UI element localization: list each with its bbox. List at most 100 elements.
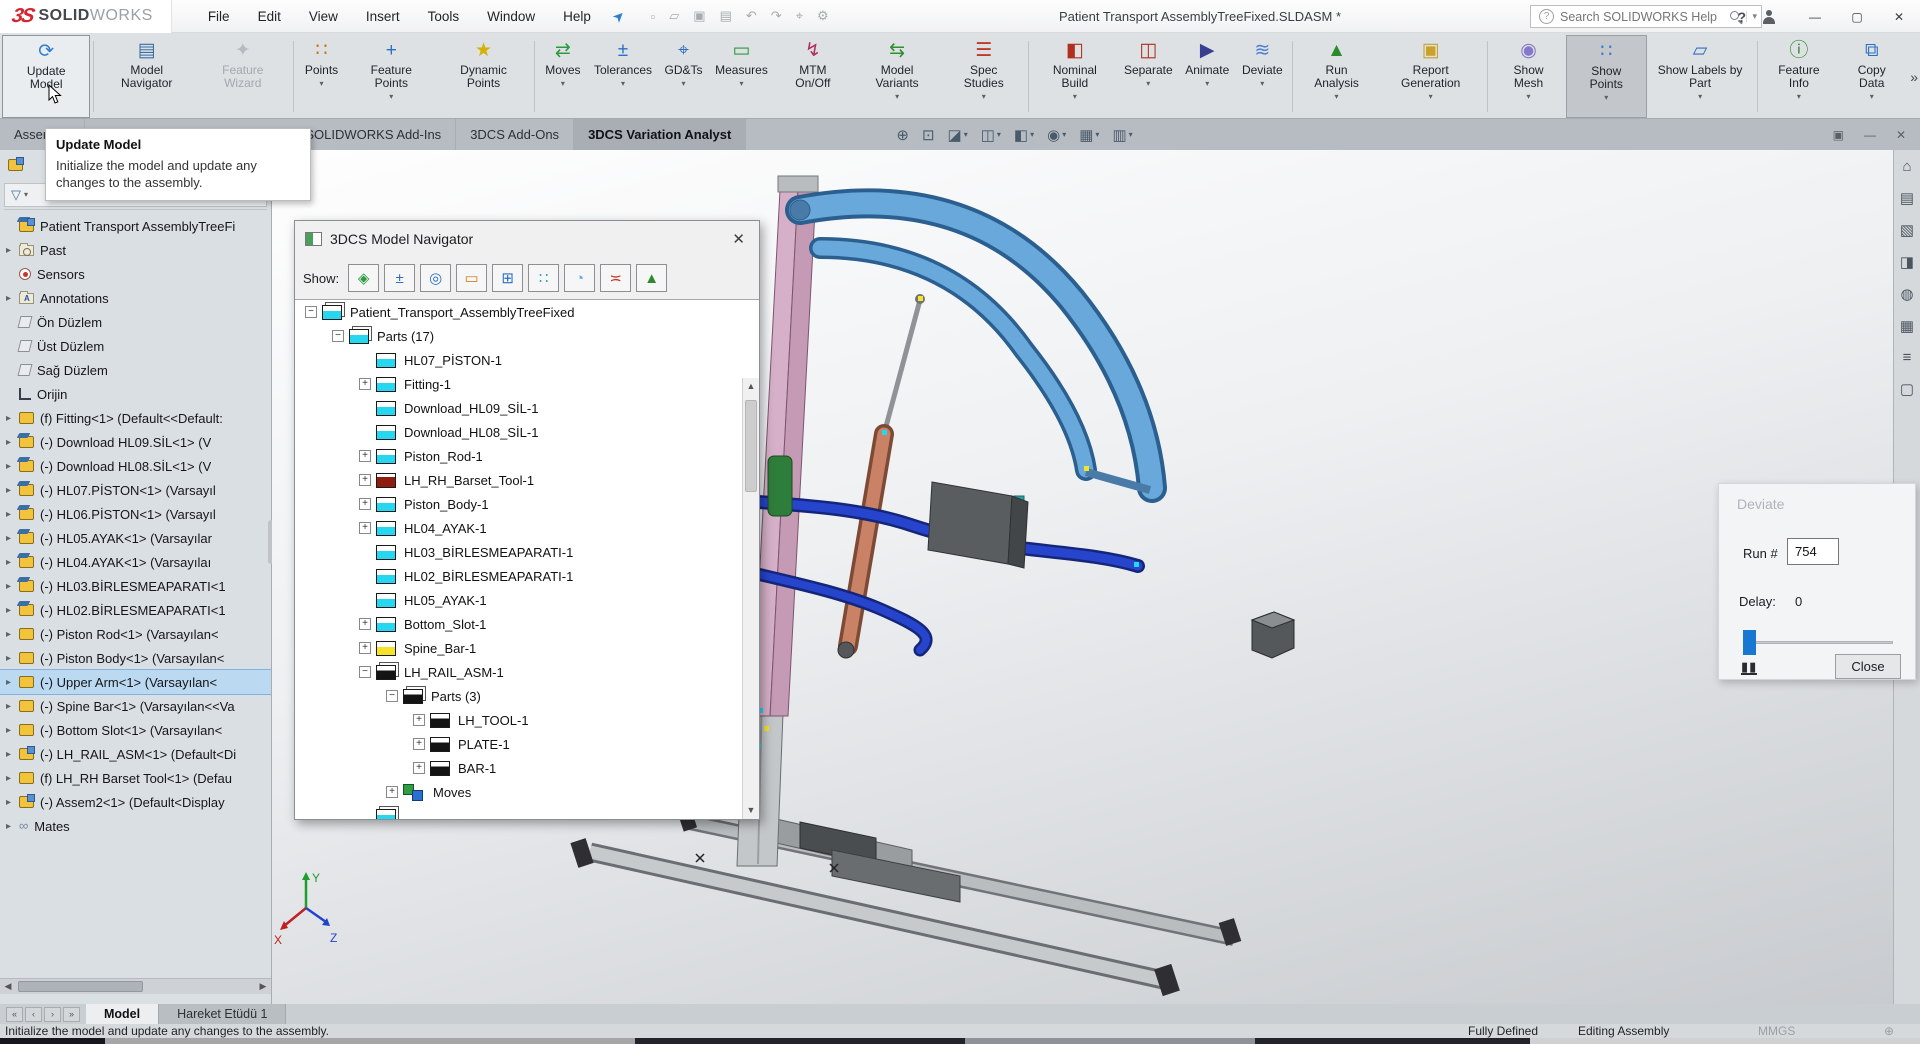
copy-data-button[interactable]: ⧉Copy Data▾ <box>1837 35 1906 118</box>
tree-item-piston-rod-1-varsay-lan[interactable]: ▸(-) Piston Rod<1> (Varsayılan<​ <box>0 622 271 646</box>
close-icon[interactable]: ✕ <box>728 230 749 248</box>
expand-arrow-icon[interactable]: ▸ <box>6 437 19 448</box>
tree-item-download-hl08-si-l-1-v[interactable]: ▸(-) Download HL08.SİL<1> (V <box>0 454 271 478</box>
tree-horizontal-scrollbar[interactable]: ◀ ▶ <box>0 978 271 994</box>
tree-item-upper-arm-1-varsay-lan[interactable]: ▸(-) Upper Arm<1> (Varsayılan<​ <box>0 670 271 694</box>
navigator-item-hl07-pi-ston-1[interactable]: HL07_PİSTON-1 <box>295 348 742 372</box>
show-points-button[interactable]: ∷Show Points▾ <box>1566 35 1647 118</box>
close-button[interactable]: Close <box>1835 654 1901 679</box>
section-view-icon[interactable]: ◪▾ <box>948 126 968 144</box>
dropdown-arrow-icon[interactable]: ▾ <box>1429 92 1433 101</box>
show-gdts-button[interactable]: ⊞ <box>492 264 523 292</box>
mtm-on-off-button[interactable]: ↯MTM On/Off <box>774 35 852 118</box>
show-tolerances-button[interactable]: ± <box>384 264 415 292</box>
navigator-item-spine-bar-1[interactable]: +Spine_Bar-1 <box>295 636 742 660</box>
spec-studies-button[interactable]: ☰Spec Studies▾ <box>942 35 1025 118</box>
expander-icon[interactable]: − <box>359 666 371 678</box>
save-icon[interactable]: ▣ <box>693 8 705 24</box>
appearances-icon[interactable]: ◍ <box>1900 285 1913 303</box>
dropdown-arrow-icon[interactable]: ▾ <box>561 79 565 88</box>
show-dots-button[interactable]: ∷ <box>528 264 559 292</box>
delay-slider-handle[interactable] <box>1743 630 1756 655</box>
dropdown-arrow-icon[interactable]: ▾ <box>1146 79 1150 88</box>
menu-insert[interactable]: Insert <box>366 9 400 24</box>
dropdown-arrow-icon[interactable]: ▾ <box>1527 92 1531 101</box>
minimize-button[interactable]: — <box>1794 0 1836 33</box>
filter-dropdown-icon[interactable]: ▾ <box>24 190 28 199</box>
expand-arrow-icon[interactable]: ▸ <box>6 557 19 568</box>
expander-icon[interactable]: + <box>359 498 371 510</box>
navigator-item-fitting-1[interactable]: +Fitting-1 <box>295 372 742 396</box>
undo-icon[interactable]: ↶ <box>746 8 757 24</box>
tree-item-n-d-zlem[interactable]: Ön Düzlem <box>0 310 271 334</box>
expander-icon[interactable]: − <box>386 690 398 702</box>
delay-slider-track[interactable] <box>1745 641 1893 644</box>
expand-arrow-icon[interactable]: ▸ <box>6 773 19 784</box>
dropdown-arrow-icon[interactable]: ▾ <box>1129 130 1133 139</box>
moves-button[interactable]: ⇄Moves▾ <box>538 35 588 118</box>
dropdown-arrow-icon[interactable]: ▾ <box>1062 130 1066 139</box>
tree-item-st-d-zlem[interactable]: Üst Düzlem <box>0 334 271 358</box>
menu-edit[interactable]: Edit <box>258 9 281 24</box>
model-variants-button[interactable]: ⇆Model Variants▾ <box>852 35 943 118</box>
navigator-item-parts-3[interactable]: −Parts (3) <box>295 684 742 708</box>
expand-arrow-icon[interactable]: ▸ <box>6 581 19 592</box>
doc-restore-button[interactable]: ▣ <box>1833 128 1844 142</box>
decals-icon[interactable]: ▦ <box>1900 317 1914 335</box>
show-points-button[interactable]: ◎ <box>420 264 451 292</box>
dropdown-arrow-icon[interactable]: ▾ <box>621 79 625 88</box>
navigator-item-hl03-bi-rlesmeaparati-1[interactable]: HL03_BİRLESMEAPARATI-1 <box>295 540 742 564</box>
dropdown-arrow-icon[interactable]: ▾ <box>1073 92 1077 101</box>
animate-button[interactable]: ▶Animate▾ <box>1179 35 1236 118</box>
dropdown-arrow-icon[interactable]: ▾ <box>982 92 986 101</box>
expander-icon[interactable]: − <box>332 330 344 342</box>
tree-item-hl05-ayak-1-varsay-lar[interactable]: ▸(-) HL05.AYAK<1> (Varsayılar <box>0 526 271 550</box>
expand-arrow-icon[interactable]: ▸ <box>6 749 19 760</box>
tree-item-piston-body-1-varsay-lan[interactable]: ▸(-) Piston Body<1> (Varsayılan<​ <box>0 646 271 670</box>
feature-info-button[interactable]: ⓘFeature Info▾ <box>1761 35 1838 118</box>
navigator-item-piston-rod-1[interactable]: +Piston_Rod-1 <box>295 444 742 468</box>
tree-item-sensors[interactable]: Sensors <box>0 262 271 286</box>
menu-help[interactable]: Help <box>563 9 591 24</box>
navigator-item-hl05-ayak-1[interactable]: HL05_AYAK-1 <box>295 588 742 612</box>
print-icon[interactable]: ▤ <box>720 8 732 24</box>
dropdown-arrow-icon[interactable]: ▾ <box>1698 92 1702 101</box>
tree-item-spine-bar-1-varsay-lan-va[interactable]: ▸(-) Spine Bar<1> (Varsayılan<<Va <box>0 694 271 718</box>
navigator-item-lh-rail-asm-1[interactable]: −LH_RAIL_ASM-1 <box>295 660 742 684</box>
dropdown-arrow-icon[interactable]: ▾ <box>1797 92 1801 101</box>
expander-icon[interactable]: + <box>359 474 371 486</box>
tree-item-download-hl09-si-l-1-v[interactable]: ▸(-) Download HL09.SİL<1> (V <box>0 430 271 454</box>
tree-item-hl04-ayak-1-varsay-la[interactable]: ▸(-) HL04.AYAK<1> (Varsayılaı <box>0 550 271 574</box>
deviate-button[interactable]: ≋Deviate▾ <box>1236 35 1289 118</box>
tree-item-annotations[interactable]: ▸Annotations <box>0 286 271 310</box>
expander-icon[interactable]: − <box>305 306 317 318</box>
tab-3dcs-add-ons[interactable]: 3DCS Add-Ons <box>456 119 574 150</box>
help-search[interactable]: ? ▾ <box>1530 5 1762 28</box>
dropdown-arrow-icon[interactable]: ▾ <box>1095 130 1099 139</box>
dropdown-arrow-icon[interactable]: ▾ <box>1030 130 1034 139</box>
doc-minimize-button[interactable]: — <box>1864 128 1876 142</box>
run-number-input[interactable] <box>1787 538 1839 565</box>
report-generation-button[interactable]: ▣Report Generation▾ <box>1377 35 1484 118</box>
doc-close-button[interactable]: ✕ <box>1896 128 1906 142</box>
dropdown-arrow-icon[interactable]: ▾ <box>1260 79 1264 88</box>
display-style-icon[interactable]: ◧▾ <box>1014 126 1034 144</box>
tab-last-icon[interactable]: » <box>63 1007 80 1022</box>
tab-3dcs-variation-analyst[interactable]: 3DCS Variation Analyst <box>574 119 746 150</box>
points-button[interactable]: ∷Points▾ <box>297 35 347 118</box>
navigator-item-lh-rh-barset-tool-1[interactable]: +LH_RH_Barset_Tool-1 <box>295 468 742 492</box>
feature-points-button[interactable]: +Feature Points▾ <box>347 35 437 118</box>
tab-first-icon[interactable]: « <box>6 1007 23 1022</box>
doc-tab-hareket-et-d-1[interactable]: Hareket Etüdü 1 <box>159 1004 286 1024</box>
expand-arrow-icon[interactable]: ▸ <box>6 245 19 256</box>
expand-arrow-icon[interactable]: ▸ <box>6 725 19 736</box>
scrollbar-thumb[interactable] <box>745 400 757 492</box>
menu-window[interactable]: Window <box>487 9 535 24</box>
expander-icon[interactable]: + <box>359 522 371 534</box>
navigator-item-download-hl09-si-l-1[interactable]: Download_HL09_SİL-1 <box>295 396 742 420</box>
search-input[interactable] <box>1560 10 1726 24</box>
tree-item-hl03-bi-rlesmeaparati-1[interactable]: ▸(-) HL03.BİRLESMEAPARATI<1 <box>0 574 271 598</box>
tree-item-past[interactable]: ▸Past <box>0 238 271 262</box>
show-sliders-button[interactable]: ≍ <box>600 264 631 292</box>
navigator-scrollbar[interactable]: ▲ ▼ <box>742 378 759 819</box>
